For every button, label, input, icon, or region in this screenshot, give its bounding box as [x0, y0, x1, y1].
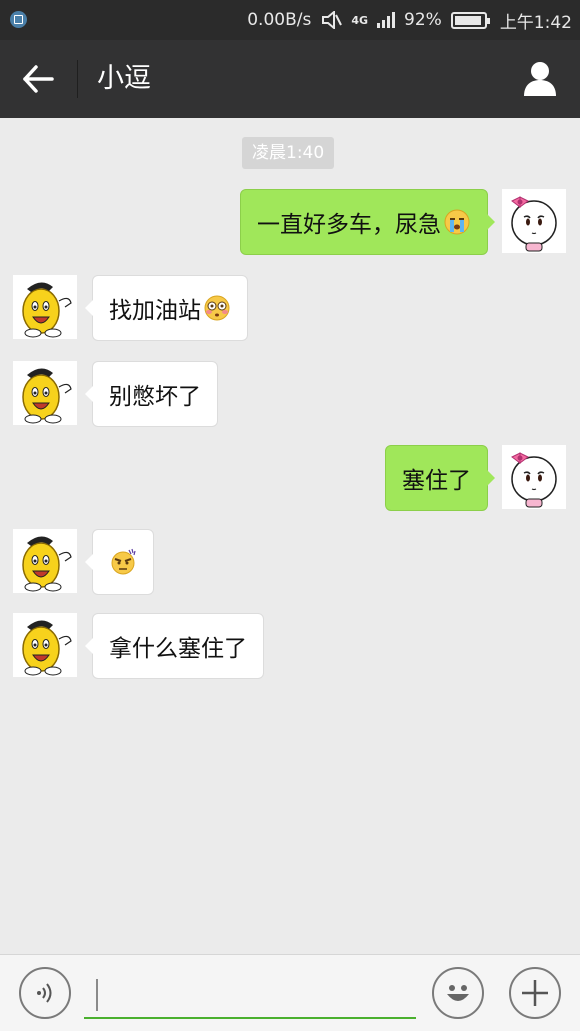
- contact-name: 小逗: [97, 63, 151, 94]
- voice-icon[interactable]: [19, 967, 71, 1019]
- network-speed: 0.00B/s: [247, 10, 312, 30]
- yellow-mascot-avatar[interactable]: [13, 361, 77, 425]
- text-cursor: [96, 979, 98, 1011]
- message-text: 塞住了: [402, 468, 471, 494]
- yellow-mascot-avatar[interactable]: [13, 529, 77, 593]
- app-notification-icon: [10, 11, 27, 28]
- chat-header: 小逗: [0, 40, 580, 118]
- girl-avatar[interactable]: [502, 189, 566, 253]
- signal-icon: [377, 12, 396, 28]
- message-text: 找加油站: [109, 298, 201, 324]
- network-type: 4G: [351, 13, 369, 27]
- message-bubble-incoming[interactable]: 找加油站: [85, 275, 248, 341]
- back-arrow-icon[interactable]: [22, 64, 56, 94]
- timestamp: 凌晨1:40: [242, 137, 335, 169]
- battery-percent: 92%: [404, 10, 442, 30]
- flushed-face-emoji: [204, 295, 230, 321]
- angry-face-emoji: [111, 548, 136, 575]
- mute-icon: [322, 11, 343, 29]
- battery-icon: [450, 11, 490, 29]
- person-icon[interactable]: [522, 60, 558, 98]
- message-text: 一直好多车，尿急: [257, 212, 441, 238]
- message-bubble-incoming[interactable]: [85, 529, 154, 595]
- message-bubble-incoming[interactable]: 别憋坏了: [85, 361, 218, 427]
- message-text: 别憋坏了: [109, 384, 201, 410]
- status-bar: 0.00B/s 4G 92% 上午1:42: [0, 0, 580, 40]
- message-bubble-incoming[interactable]: 拿什么塞住了: [85, 613, 264, 679]
- header-divider: [77, 60, 78, 98]
- plus-icon[interactable]: [509, 967, 561, 1019]
- smiley-icon[interactable]: [432, 967, 484, 1019]
- message-bubble-outgoing[interactable]: 塞住了: [385, 445, 495, 511]
- crying-face-emoji: [444, 209, 470, 235]
- message-bubble-outgoing[interactable]: 一直好多车，尿急: [240, 189, 495, 255]
- message-list[interactable]: 凌晨1:40 一直好多车，尿急 找加油站 别憋坏了 塞住了 拿什么塞住了: [0, 118, 580, 954]
- message-text: 拿什么塞住了: [109, 636, 247, 662]
- clock: 上午1:42: [499, 12, 572, 33]
- girl-avatar[interactable]: [502, 445, 566, 509]
- input-bar: [0, 954, 580, 1031]
- message-input[interactable]: [84, 969, 416, 1019]
- yellow-mascot-avatar[interactable]: [13, 275, 77, 339]
- yellow-mascot-avatar[interactable]: [13, 613, 77, 677]
